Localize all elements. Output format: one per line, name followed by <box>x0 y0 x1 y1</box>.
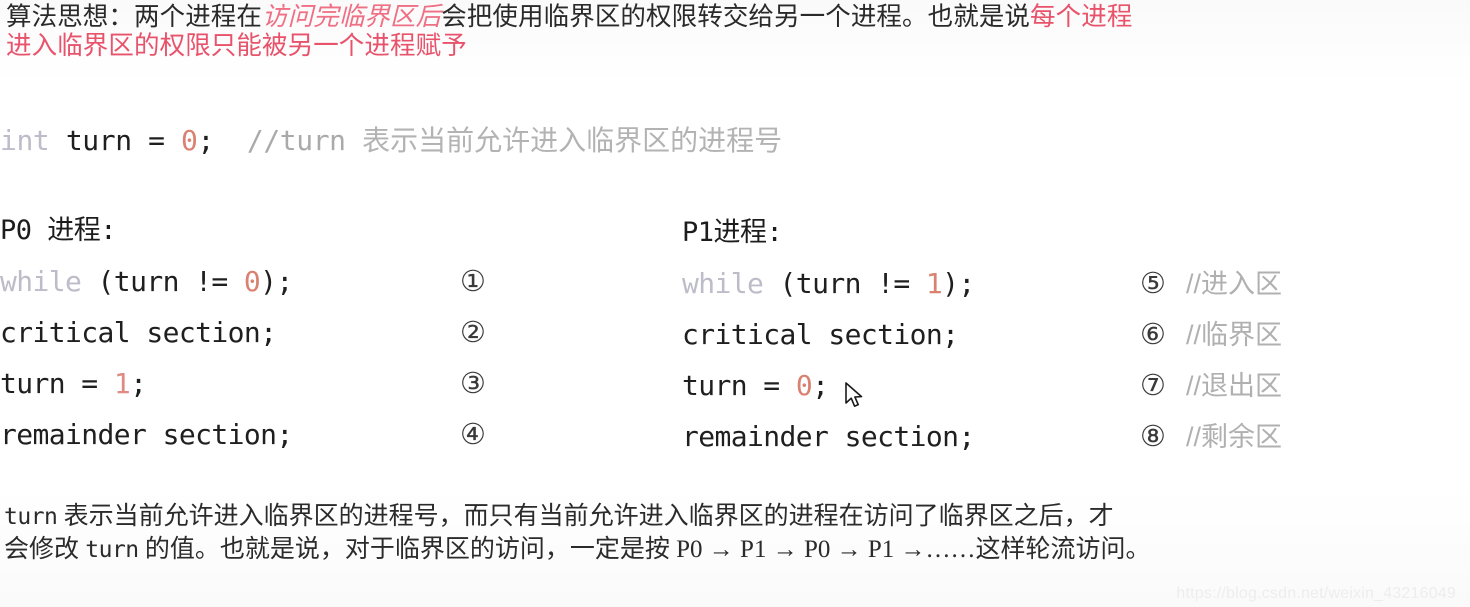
explanation-text-2a: 会修改 <box>4 536 86 563</box>
code-row: while (turn != 0); ① <box>0 264 486 315</box>
code-fragment: (turn != <box>763 267 926 300</box>
step-marker: ① <box>460 264 486 298</box>
heading-line-1: 算法思想：两个进程在访问完临界区后会把使用临界区的权限转交给另一个进程。也就是说… <box>6 2 1458 31</box>
keyword-while: while <box>682 267 764 300</box>
code-fragment: critical section; <box>682 318 959 351</box>
explanation-line-1: turn 表示当前允许进入临界区的进程号，而只有当前允许进入临界区的进程在访问了… <box>4 500 1460 533</box>
code-line: critical section; <box>682 318 1140 352</box>
heading-highlight-red: 每个进程 <box>1030 2 1133 31</box>
algorithm-idea-paragraph: 算法思想：两个进程在访问完临界区后会把使用临界区的权限转交给另一个进程。也就是说… <box>6 2 1458 60</box>
code-line: turn = 1; <box>0 367 460 401</box>
code-fragment-tail: ); <box>942 267 975 300</box>
row-comment: //剩余区 <box>1186 422 1283 452</box>
explanation-text-2b: 的值。也就是说，对于临界区的访问，一定是按 P0 → P1 → P0 → P1 … <box>138 536 1151 563</box>
process-p1-block: P1进程: while (turn != 1); ⑤ //进入区 critica… <box>682 216 1282 470</box>
code-row: remainder section; ④ <box>0 417 486 468</box>
declaration-comment-cn: 表示当前允许进入临界区的进程号 <box>362 125 783 156</box>
code-fragment-tail: ; <box>130 367 147 400</box>
step-marker: ⑤ <box>1140 266 1166 300</box>
code-number: 1 <box>925 267 943 300</box>
inline-code-turn: turn <box>4 504 58 530</box>
row-comment: //临界区 <box>1186 320 1283 350</box>
step-marker: ⑧ <box>1140 419 1166 453</box>
heading-text-b: 会把使用临界区的权限转交给另一个进程。也就是说 <box>441 2 1031 31</box>
declaration-semicolon: ; <box>197 124 247 157</box>
keyword-while: while <box>0 265 82 298</box>
code-line: turn = 0; <box>682 369 1140 403</box>
code-row: turn = 0; ⑦ //退出区 <box>682 368 1282 419</box>
code-number: 1 <box>113 367 131 400</box>
slide-canvas: 算法思想：两个进程在访问完临界区后会把使用临界区的权限转交给另一个进程。也就是说… <box>0 0 1470 607</box>
row-comment: //退出区 <box>1186 371 1283 401</box>
code-fragment: turn = <box>682 369 796 402</box>
heading-line-2: 进入临界区的权限只能被另一个进程赋予 <box>6 31 1458 60</box>
code-fragment: (turn != <box>81 265 244 298</box>
csdn-watermark: https://blog.csdn.net/weixin_43216049 <box>1176 585 1456 602</box>
code-fragment: remainder section; <box>682 420 975 453</box>
declaration-value: 0 <box>181 124 198 157</box>
step-marker: ⑦ <box>1140 368 1166 402</box>
code-fragment: remainder section; <box>0 418 293 451</box>
code-fragment: critical section; <box>0 316 277 349</box>
code-line: while (turn != 1); <box>682 267 1140 301</box>
step-marker: ③ <box>460 366 486 400</box>
code-row: turn = 1; ③ <box>0 366 486 417</box>
code-number: 0 <box>243 265 261 298</box>
explanation-paragraph: turn 表示当前允许进入临界区的进程号，而只有当前允许进入临界区的进程在访问了… <box>4 500 1460 566</box>
heading-text-a: 算法思想：两个进程在 <box>6 2 263 31</box>
explanation-text-1: 表示当前允许进入临界区的进程号，而只有当前允许进入临界区的进程在访问了临界区之后… <box>57 503 1114 530</box>
heading-highlight-red-2: 进入临界区的权限只能被另一个进程赋予 <box>6 31 467 60</box>
code-row: critical section; ⑥ //临界区 <box>682 317 1282 368</box>
code-line: while (turn != 0); <box>0 265 460 299</box>
code-line: critical section; <box>0 316 460 350</box>
keyword-int: int <box>0 124 50 157</box>
step-marker: ⑥ <box>1140 317 1166 351</box>
code-number: 0 <box>795 369 813 402</box>
code-row: critical section; ② <box>0 315 486 366</box>
process-p0-block: P0 进程: while (turn != 0); ① critical sec… <box>0 214 486 468</box>
code-fragment: turn = <box>0 367 114 400</box>
row-comment: //进入区 <box>1186 269 1283 299</box>
process-p0-title: P0 进程: <box>0 215 117 246</box>
turn-declaration-line: int turn = 0; //turn 表示当前允许进入临界区的进程号 <box>0 124 782 158</box>
step-marker: ④ <box>460 417 486 451</box>
explanation-line-2: 会修改 turn 的值。也就是说，对于临界区的访问，一定是按 P0 → P1 →… <box>4 533 1460 566</box>
code-row: remainder section; ⑧ //剩余区 <box>682 419 1282 470</box>
code-fragment-tail: ); <box>260 265 293 298</box>
code-line: remainder section; <box>0 418 460 452</box>
code-row: while (turn != 1); ⑤ //进入区 <box>682 266 1282 317</box>
inline-code-turn-2: turn <box>85 537 139 563</box>
process-p1-title: P1进程: <box>682 217 783 248</box>
declaration-rest: turn = <box>49 124 182 157</box>
step-marker: ② <box>460 315 486 349</box>
code-fragment-tail: ; <box>812 369 829 402</box>
code-line: remainder section; <box>682 420 1140 454</box>
heading-emphasis-italic: 访问完临界区后 <box>262 2 442 31</box>
declaration-comment-code: //turn <box>246 124 363 157</box>
